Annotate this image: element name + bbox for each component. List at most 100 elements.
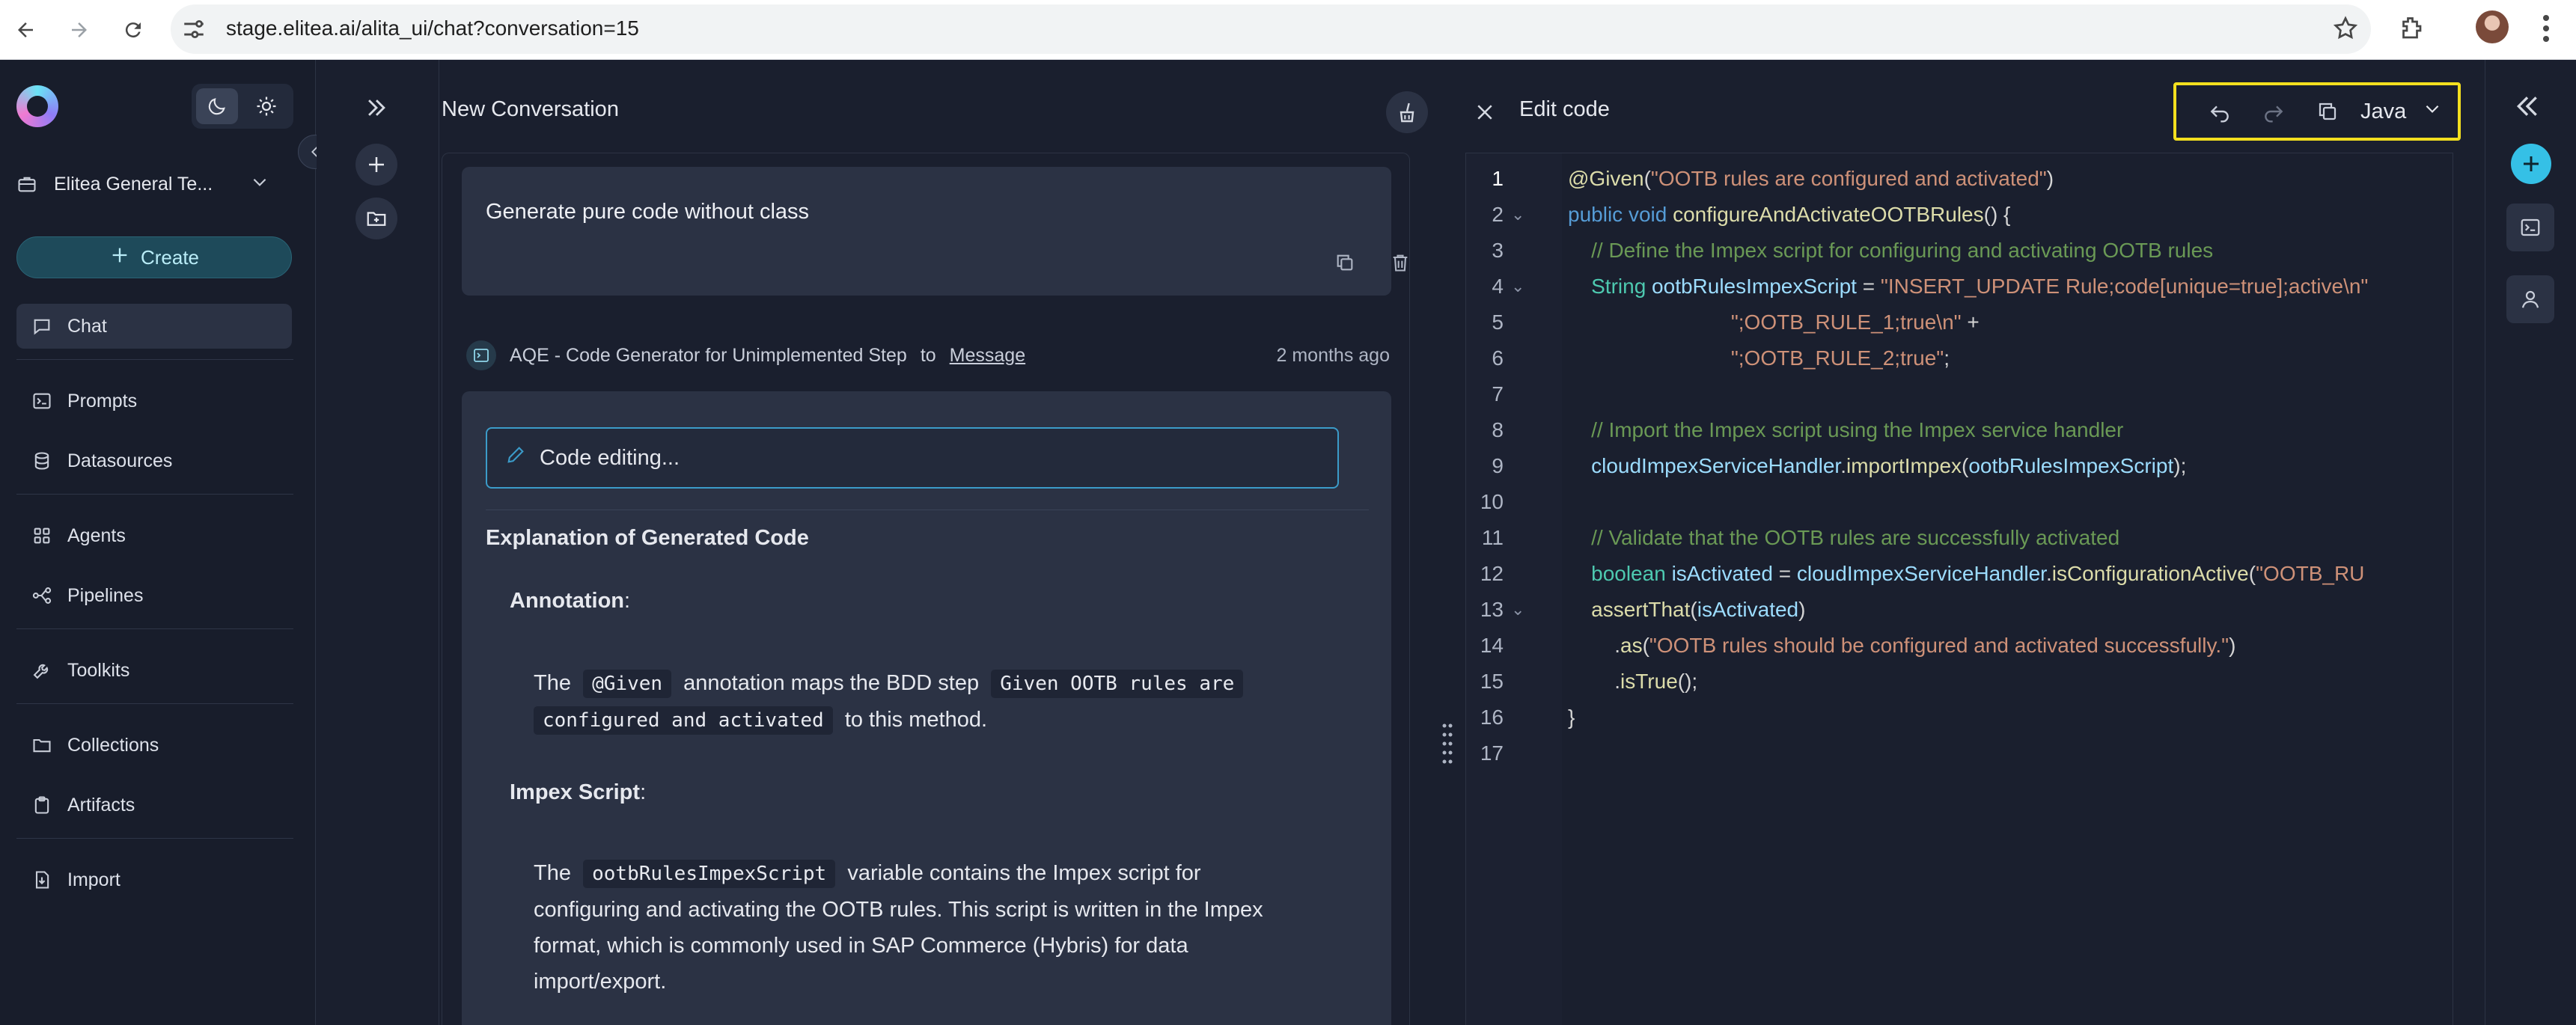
bot-name: AQE - Code Generator for Unimplemented S… [510,344,907,366]
line-number: 1 [1492,167,1504,190]
sidebar-item-label: Toolkits [67,659,130,681]
code-text: String ootbRulesImpexScript = "INSERT_UP… [1568,275,2369,298]
line-number: 10 [1480,490,1504,513]
import-icon [31,869,52,890]
code-line[interactable]: 15 .isTrue(); [1466,664,2453,700]
line-number: 3 [1492,239,1504,262]
code-line[interactable]: 1 @Given("OOTB rules are configured and a… [1466,161,2453,197]
code-line[interactable]: 5 ";OOTB_RULE_1;true\n" + [1466,305,2453,340]
chat-icon [31,316,52,337]
code-line[interactable]: 11 // Validate that the OOTB rules are s… [1466,520,2453,556]
divider [16,628,293,629]
fold-chevron-icon[interactable]: ⌄ [1511,197,1524,233]
code-text: public void configureAndActivateOOTBRule… [1568,203,2011,226]
redo-icon[interactable] [2251,89,2296,134]
line-number: 14 [1480,634,1504,657]
fold-chevron-icon[interactable]: ⌄ [1511,269,1524,305]
code-line[interactable]: 2 ⌄ public void configureAndActivateOOTBRu… [1466,197,2453,233]
line-number: 17 [1480,741,1504,765]
chevron-down-icon [2423,99,2442,124]
code-text: @Given("OOTB rules are configured and ac… [1568,167,2054,190]
code-text: assertThat(isActivated) [1568,598,1806,621]
code-line[interactable]: 3 // Define the Impex script for configu… [1466,233,2453,269]
sidebar-item-agents[interactable]: Agents [16,513,292,558]
inline-code: configured and activated [534,706,833,735]
profile-avatar[interactable] [2476,10,2509,43]
conversation-title: New Conversation [442,97,619,121]
undo-icon[interactable] [2197,89,2242,134]
theme-toggle [192,84,293,129]
extensions-icon[interactable] [2398,15,2425,46]
code-text: ";OOTB_RULE_2;true"; [1568,346,1950,370]
team-name: Elitea General Te... [54,173,213,195]
sidebar-item-datasources[interactable]: Datasources [16,438,292,483]
sidebar-item-label: Import [67,869,120,890]
bot-message: Code editing... Explanation of Generated… [462,391,1391,1025]
resize-handle[interactable] [1440,721,1455,769]
create-button[interactable]: Create [16,236,292,278]
code-editor[interactable]: 1 @Given("OOTB rules are configured and a… [1465,153,2453,1025]
code-line[interactable]: 13 ⌄ assertThat(isActivated) [1466,592,2453,628]
sidebar-item-collections[interactable]: Collections [16,723,292,768]
to-label: to [920,344,936,366]
code-line[interactable]: 10 [1466,484,2453,520]
sidebar-item-pipelines[interactable]: Pipelines [16,573,292,618]
sidebar-item-artifacts[interactable]: Artifacts [16,783,292,827]
code-line[interactable]: 12 boolean isActivated = cloudImpexServi… [1466,556,2453,592]
code-line[interactable]: 4 ⌄ String ootbRulesImpexScript = "INSERT… [1466,269,2453,305]
site-info-icon[interactable] [181,16,207,46]
briefcase-icon [16,174,37,195]
folder-icon [31,735,52,756]
address-bar[interactable]: stage.elitea.ai/alita_ui/chat?conversati… [171,4,2371,54]
bookmark-star-icon[interactable] [2332,15,2359,46]
reload-icon[interactable] [114,10,153,49]
new-conversation-button[interactable] [355,144,397,186]
create-label: Create [140,245,200,269]
line-number: 8 [1492,418,1504,441]
inline-code: @Given [583,670,672,698]
code-text: boolean isActivated = cloudImpexServiceH… [1568,562,2365,585]
back-icon[interactable] [6,10,45,49]
inline-code: Given OOTB rules are [991,670,1244,698]
light-mode-icon[interactable] [245,88,287,124]
forward-icon[interactable] [60,10,99,49]
delete-icon[interactable] [1384,246,1409,279]
annotation-paragraph: The @Given annotation maps the BDD step … [534,665,1357,738]
expand-conversations-icon[interactable] [355,87,397,129]
code-line[interactable]: 9 cloudImpexServiceHandler.importImpex(o… [1466,448,2453,484]
language-select[interactable]: Java [2360,99,2442,124]
conversation-rail [317,60,439,1025]
bot-message-header: AQE - Code Generator for Unimplemented S… [466,339,1394,372]
close-editor-icon[interactable] [1468,96,1501,129]
user-icon[interactable] [2506,275,2554,323]
line-number: 5 [1492,310,1504,334]
code-line[interactable]: 14 .as("OOTB rules should be configured … [1466,628,2453,664]
sidebar-item-chat[interactable]: Chat [16,304,292,349]
code-editing-banner[interactable]: Code editing... [486,427,1339,489]
sidebar-item-label: Artifacts [67,794,135,816]
explanation-heading: Explanation of Generated Code [486,526,809,550]
new-folder-button[interactable] [355,198,397,239]
code-text: .isTrue(); [1568,670,1698,693]
copy-icon[interactable] [1328,246,1361,279]
code-line[interactable]: 8 // Import the Impex script using the I… [1466,412,2453,448]
prompts-panel-icon[interactable] [2506,204,2554,251]
clean-conversation-button[interactable] [1386,91,1428,133]
copy-code-icon[interactable] [2305,89,2350,134]
message-link[interactable]: Message [950,345,1025,367]
code-line[interactable]: 6 ";OOTB_RULE_2;true"; [1466,340,2453,376]
code-line[interactable]: 17 [1466,735,2453,771]
sidebar-item-prompts[interactable]: Prompts [16,379,292,423]
code-text: .as("OOTB rules should be configured and… [1568,634,2236,657]
line-number: 7 [1492,382,1504,406]
sidebar-item-toolkits[interactable]: Toolkits [16,648,292,693]
browser-menu-icon[interactable] [2542,13,2551,47]
team-selector[interactable]: Elitea General Te... [16,163,301,205]
dark-mode-icon[interactable] [196,88,238,124]
add-participant-button[interactable] [2511,144,2551,184]
fold-chevron-icon[interactable]: ⌄ [1511,592,1524,628]
sidebar-item-import[interactable]: Import [16,857,292,902]
code-line[interactable]: 7 [1466,376,2453,412]
collapse-right-panel-icon[interactable] [2512,91,2542,125]
code-line[interactable]: 16} [1466,700,2453,735]
